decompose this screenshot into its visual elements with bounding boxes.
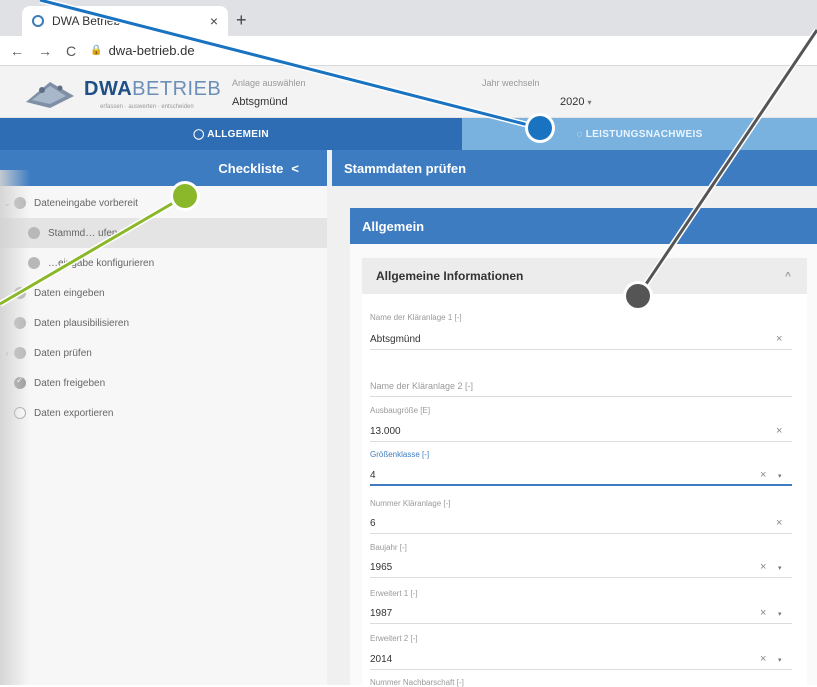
field-groessenklasse[interactable]: 4 <box>370 470 376 481</box>
logo-bold: DWA <box>84 78 133 100</box>
field-baujahr[interactable]: 1965 <box>370 562 392 573</box>
sidebar-item-konfigurieren[interactable]: …eingabe konfigurieren <box>0 248 327 278</box>
field-label: Ausbaugröße [E] <box>370 406 431 415</box>
jahr-label: Jahr wechseln <box>482 78 540 88</box>
field-label: Erweitert 1 [-] <box>370 589 418 598</box>
clear-icon[interactable]: × <box>760 561 766 573</box>
sidebar-item-label: …eingabe konfigurieren <box>48 257 155 269</box>
field-label: Größenklasse [-] <box>370 450 430 459</box>
clear-icon[interactable]: × <box>760 653 766 665</box>
field-underline <box>370 349 792 350</box>
field-underline-active <box>370 484 792 486</box>
chevron-down-icon[interactable]: ▾ <box>778 656 782 664</box>
logo-subtitle: erfassen · auswerten · entscheiden <box>100 104 194 110</box>
sub-header-bar: Checkliste < Stammdaten prüfen <box>0 150 817 186</box>
logo[interactable]: DWABETRIEB <box>84 78 221 101</box>
page-title: Stammdaten prüfen <box>344 160 467 176</box>
logo-light: BETRIEB <box>132 78 222 100</box>
card-title: Allgemein <box>350 208 817 244</box>
collapse-sidebar-icon[interactable]: < <box>291 161 299 176</box>
clear-icon[interactable]: × <box>776 425 782 437</box>
anlage-select[interactable]: Abtsgmünd <box>232 96 288 108</box>
anlage-label: Anlage auswählen <box>232 78 306 88</box>
sidebar-item-freigeben[interactable]: Daten freigeben <box>0 368 327 398</box>
clear-icon[interactable]: × <box>760 607 766 619</box>
sidebar-item-label: Stammd… ufen <box>48 227 118 239</box>
sidebar-item-label: Dateneingabe vorbereit <box>34 197 138 209</box>
sidebar-item-pruefen[interactable]: › Daten prüfen <box>0 338 327 368</box>
chevron-down-icon: ▾ <box>587 98 592 107</box>
field-label[interactable]: Name der Kläranlage 2 [-] <box>370 381 473 391</box>
sidebar-item-dateneingabe[interactable]: ⌄ Dateneingabe vorbereit <box>0 188 327 218</box>
forward-button[interactable]: → <box>38 43 52 59</box>
section-title: Allgemeine Informationen <box>376 269 524 283</box>
field-underline <box>370 669 792 670</box>
back-button[interactable]: ← <box>10 43 24 59</box>
sidebar-item-label: Daten exportieren <box>34 407 114 419</box>
field-label: Nummer Kläranlage [-] <box>370 499 451 508</box>
app-header: DWABETRIEB erfassen · auswerten · entsch… <box>0 66 817 118</box>
main-nav: ◯ ALLGEMEIN ◌ LEISTUNGSNACHWEIS <box>0 118 817 150</box>
tab-leistungsnachweis[interactable]: ◌ LEISTUNGSNACHWEIS <box>462 118 817 150</box>
sidebar-item-label: Daten prüfen <box>34 347 92 359</box>
sidebar-item-label: Daten freigeben <box>34 377 106 389</box>
jahr-select[interactable]: 2020 ▾ <box>560 96 592 108</box>
checkliste-title: Checkliste <box>218 160 284 176</box>
field-label: Nummer Nachbarschaft [-] <box>370 678 464 687</box>
tab-allgemein[interactable]: ◯ ALLGEMEIN <box>0 118 462 150</box>
reload-button[interactable]: C <box>66 43 76 59</box>
field-name-klaeranlage-1[interactable]: Abtsgmünd <box>370 334 421 345</box>
tab-title: DWA Betrieb <box>52 14 121 28</box>
address-bar: ← → C 🔒 dwa-betrieb.de <box>0 36 817 66</box>
logo-mark-icon <box>26 82 74 108</box>
browser-tab-bar: DWA Betrieb × + <box>0 0 817 36</box>
field-erweitert-1[interactable]: 1987 <box>370 608 392 619</box>
sidebar-item-label: Daten eingeben <box>34 287 105 299</box>
new-tab-button[interactable]: + <box>236 10 247 31</box>
form-area <box>362 294 807 685</box>
checklist-sidebar: ⌄ Dateneingabe vorbereit Stammd… ufen …e… <box>0 186 327 685</box>
sidebar-item-label: Daten plausibilisieren <box>34 317 130 329</box>
left-edge-fade <box>0 170 30 685</box>
tab-close-button[interactable]: × <box>210 13 218 29</box>
sidebar-item-stammdaten[interactable]: Stammd… ufen <box>0 218 327 248</box>
clear-icon[interactable]: × <box>760 469 766 481</box>
sidebar-item-plausibilisieren[interactable]: Daten plausibilisieren <box>0 308 327 338</box>
clear-icon[interactable]: × <box>776 517 782 529</box>
tab-favicon-icon <box>32 15 44 27</box>
field-underline <box>370 441 792 442</box>
field-label: Erweitert 2 [-] <box>370 634 418 643</box>
field-label: Name der Kläranlage 1 [-] <box>370 313 462 322</box>
sidebar-item-exportieren[interactable]: Daten exportieren <box>0 398 327 428</box>
field-underline <box>370 533 792 534</box>
chevron-down-icon[interactable]: ▾ <box>778 610 782 618</box>
clear-icon[interactable]: × <box>776 333 782 345</box>
chevron-down-icon[interactable]: ▾ <box>778 472 782 480</box>
field-erweitert-2[interactable]: 2014 <box>370 654 392 665</box>
chevron-down-icon[interactable]: ▾ <box>778 564 782 572</box>
field-label: Baujahr [-] <box>370 543 407 552</box>
browser-tab[interactable]: DWA Betrieb × <box>22 6 228 36</box>
section-header[interactable]: Allgemeine Informationen ^ <box>362 258 807 294</box>
url-field[interactable]: dwa-betrieb.de <box>109 43 195 58</box>
lock-icon: 🔒 <box>90 45 103 56</box>
checkliste-header: Checkliste < <box>0 150 327 186</box>
field-nummer-klaeranlage[interactable]: 6 <box>370 518 376 529</box>
field-ausbaugroesse[interactable]: 13.000 <box>370 426 401 437</box>
field-underline <box>370 396 792 397</box>
jahr-value: 2020 <box>560 96 585 108</box>
collapse-caret-icon[interactable]: ^ <box>785 271 791 282</box>
sidebar-item-eingeben[interactable]: Daten eingeben <box>0 278 327 308</box>
field-underline <box>370 623 792 624</box>
field-underline <box>370 577 792 578</box>
